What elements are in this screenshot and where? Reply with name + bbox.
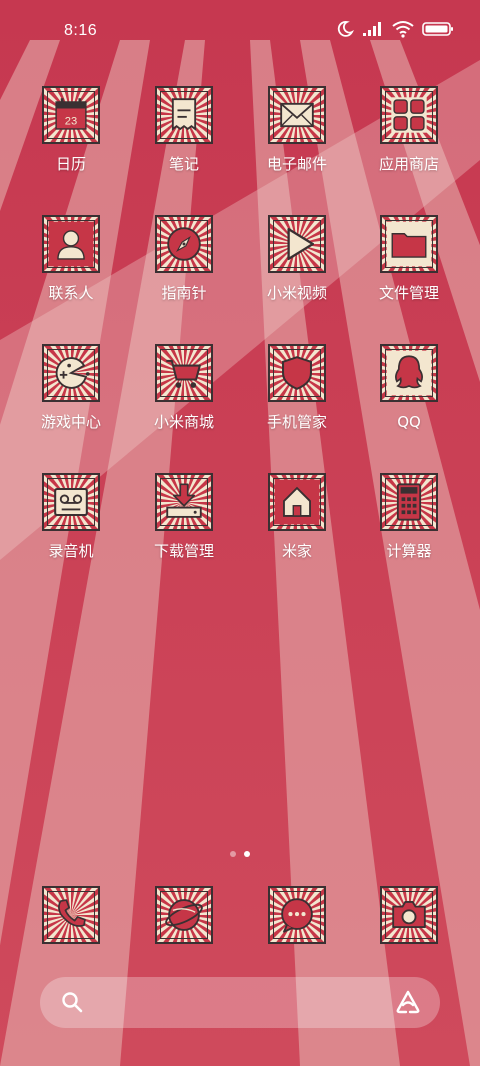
app-icon-tile[interactable]: [380, 473, 438, 531]
app-recorder[interactable]: 录音机: [16, 473, 126, 560]
app-label: 文件管理: [378, 284, 439, 302]
email-icon: [280, 102, 314, 128]
app-icon-tile[interactable]: [268, 886, 326, 944]
calculator-icon: [396, 483, 422, 521]
shop-cart-icon: [166, 359, 201, 388]
app-label: QQ: [397, 413, 421, 431]
app-notes[interactable]: 笔记: [129, 86, 239, 173]
app-label: 电子邮件: [266, 155, 327, 173]
qq-icon: [386, 350, 432, 396]
app-folder[interactable]: 文件管理: [354, 215, 464, 302]
app-label: 日历: [55, 155, 86, 173]
dock-camera[interactable]: [354, 886, 464, 944]
app-icon-tile[interactable]: [380, 886, 438, 944]
app-icon-tile[interactable]: [155, 215, 213, 273]
app-label: 联系人: [48, 284, 94, 302]
app-contacts[interactable]: 联系人: [16, 215, 126, 302]
app-icon-tile[interactable]: 23: [42, 86, 100, 144]
game-icon: [55, 357, 90, 389]
download-icon: [166, 483, 202, 518]
app-game[interactable]: 游戏中心: [16, 344, 126, 431]
app-icon-tile[interactable]: [155, 886, 213, 944]
app-icon-tile[interactable]: [268, 344, 326, 402]
search-icon[interactable]: [60, 990, 84, 1014]
app-icon-tile[interactable]: [380, 215, 438, 273]
do-not-disturb-moon-icon: [337, 21, 354, 37]
dock-browser[interactable]: [129, 886, 239, 944]
folder-icon: [386, 221, 432, 267]
app-label: 米家: [281, 542, 312, 560]
app-download[interactable]: 下载管理: [129, 473, 239, 560]
app-icon-tile[interactable]: [380, 344, 438, 402]
app-icon-tile[interactable]: [42, 886, 100, 944]
app-label: 录音机: [48, 542, 94, 560]
messages-icon: [281, 898, 313, 933]
contacts-icon: [48, 221, 94, 267]
app-icon-tile[interactable]: [155, 473, 213, 531]
app-home[interactable]: 米家: [242, 473, 352, 560]
security-shield-icon: [282, 356, 312, 390]
dock-messages[interactable]: [242, 886, 352, 944]
page-dot-active[interactable]: [244, 851, 250, 857]
app-icon-tile[interactable]: [42, 215, 100, 273]
status-time: 8:16: [64, 22, 98, 39]
page-dot[interactable]: [230, 851, 236, 857]
calendar-date: 23: [65, 115, 77, 127]
assistant-icon[interactable]: [394, 989, 422, 1015]
app-security-shield[interactable]: 手机管家: [242, 344, 352, 431]
search-bar[interactable]: [40, 977, 440, 1028]
app-label: 游戏中心: [40, 413, 101, 431]
wifi-icon: [392, 21, 414, 38]
status-icons: [336, 20, 454, 38]
app-qq[interactable]: QQ: [354, 344, 464, 431]
home-icon: [274, 479, 320, 525]
app-email[interactable]: 电子邮件: [242, 86, 352, 173]
compass-icon: [167, 227, 201, 261]
camera-icon: [392, 901, 426, 929]
app-icon-tile[interactable]: [268, 86, 326, 144]
app-label: 应用商店: [378, 155, 439, 173]
recorder-icon: [54, 487, 88, 517]
app-label: 笔记: [168, 155, 199, 173]
calendar-icon: 23: [55, 98, 87, 130]
app-label: 小米视频: [266, 284, 327, 302]
app-app-store[interactable]: 应用商店: [354, 86, 464, 173]
browser-icon: [165, 899, 203, 931]
app-icon-tile[interactable]: [42, 344, 100, 402]
signal-icon: [363, 22, 381, 36]
status-bar: 8:16: [0, 0, 480, 62]
app-icon-tile[interactable]: [155, 86, 213, 144]
app-label: 手机管家: [266, 413, 327, 431]
app-icon-tile[interactable]: [268, 473, 326, 531]
app-label: 下载管理: [153, 542, 214, 560]
notes-icon: [171, 98, 197, 131]
dock-phone[interactable]: [16, 886, 126, 944]
app-label: 小米商城: [153, 413, 214, 431]
app-label: 指南针: [161, 284, 207, 302]
app-icon-tile[interactable]: [268, 215, 326, 273]
app-shop-cart[interactable]: 小米商城: [129, 344, 239, 431]
app-calculator[interactable]: 计算器: [354, 473, 464, 560]
page-indicator: [0, 851, 480, 857]
app-calendar[interactable]: 23 日历: [16, 86, 126, 173]
app-label: 计算器: [386, 542, 432, 560]
app-compass[interactable]: 指南针: [129, 215, 239, 302]
video-icon: [287, 227, 314, 261]
app-icon-tile[interactable]: [155, 344, 213, 402]
battery-icon: [422, 22, 453, 36]
app-video[interactable]: 小米视频: [242, 215, 352, 302]
phone-icon: [58, 899, 86, 927]
app-icon-tile[interactable]: [42, 473, 100, 531]
app-icon-tile[interactable]: [380, 86, 438, 144]
app-store-icon: [391, 97, 427, 133]
